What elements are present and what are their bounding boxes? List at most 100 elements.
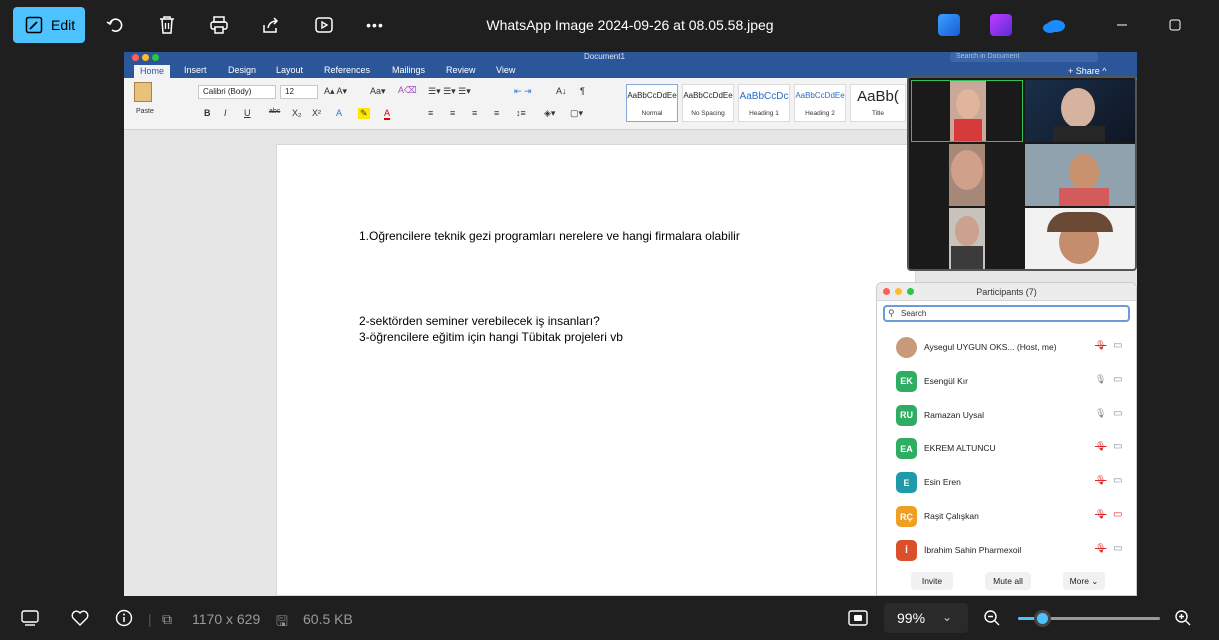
tab-layout[interactable]: Layout (276, 65, 303, 75)
paste-icon[interactable] (134, 82, 152, 102)
document-page[interactable]: 1.Oğrencilere teknik gezi programları ne… (276, 144, 916, 596)
edit-button[interactable]: Edit (13, 7, 85, 43)
indent-icon[interactable]: ⇤ ⇥ (514, 86, 532, 97)
tab-insert[interactable]: Insert (184, 65, 207, 75)
shading-icon[interactable]: ◈▾ (544, 108, 555, 119)
tab-mailings[interactable]: Mailings (392, 65, 425, 75)
participant-row[interactable]: İ İbrahim Sahin Pharmexoil 🎙 ▭ (877, 534, 1136, 566)
change-case-icon[interactable]: Aa▾ (370, 86, 386, 97)
tab-references[interactable]: References (324, 65, 370, 75)
app-clipchamp-icon[interactable] (990, 14, 1012, 36)
sort-icon[interactable]: A↓ (556, 86, 567, 96)
tab-view[interactable]: View (496, 65, 515, 75)
line-spacing-icon[interactable]: ↕≡ (516, 108, 526, 118)
video-tile-host[interactable] (911, 80, 1023, 142)
zoom-select[interactable]: 99% ⌄ (884, 603, 968, 633)
tab-review[interactable]: Review (446, 65, 476, 75)
video-tile-5[interactable] (911, 208, 1023, 269)
font-name-select[interactable]: Calibri (Body) (198, 85, 276, 99)
document-search[interactable]: Search in Document (950, 52, 1098, 62)
borders-icon[interactable]: ▢▾ (570, 108, 583, 119)
camera-icon[interactable]: ▭ (1113, 374, 1122, 385)
maximize-icon[interactable] (1164, 14, 1186, 36)
filmstrip-icon[interactable] (20, 608, 40, 628)
mic-muted-icon[interactable]: 🎙 (1095, 475, 1106, 486)
video-tile-3[interactable] (911, 144, 1023, 206)
mic-muted-icon[interactable]: 🎙 (1095, 340, 1106, 351)
style-no-spacing[interactable]: AaBbCcDdEe No Spacing (682, 84, 734, 122)
zoom-slider[interactable] (1018, 610, 1160, 627)
bold-icon[interactable]: B (204, 108, 211, 118)
close-dot-icon[interactable] (132, 54, 139, 61)
participants-search-input[interactable]: ⚲ Search (883, 305, 1130, 322)
camera-icon[interactable]: ▭ (1113, 543, 1122, 554)
more-button[interactable]: More ⌄ (1063, 572, 1105, 590)
superscript-icon[interactable]: X² (312, 108, 321, 118)
style-normal[interactable]: AaBbCcDdEe Normal (626, 84, 678, 122)
mic-icon[interactable]: 🎙 (1095, 374, 1106, 385)
app-editor-icon[interactable] (938, 14, 960, 36)
bullets-icon[interactable]: ☰▾ ☰▾ ☰▾ (428, 86, 471, 97)
mute-all-button[interactable]: Mute all (985, 572, 1031, 590)
justify-icon[interactable]: ≡ (494, 108, 499, 118)
rotate-icon[interactable] (102, 12, 128, 38)
mic-muted-icon[interactable]: 🎙 (1095, 543, 1106, 554)
more-options-icon[interactable]: ••• (362, 12, 388, 38)
grow-font-icon[interactable]: A▴ A▾ (324, 86, 347, 97)
video-tile-2[interactable] (1025, 80, 1135, 142)
onedrive-icon[interactable] (1042, 14, 1065, 36)
tab-home[interactable]: Home (134, 65, 171, 78)
font-color-icon[interactable]: A (384, 108, 391, 120)
favorite-icon[interactable] (70, 608, 90, 628)
camera-icon[interactable]: ▭ (1113, 408, 1122, 419)
image-canvas[interactable]: Document1 Search in Document Home Insert… (124, 52, 1137, 596)
info-icon[interactable] (114, 608, 134, 628)
document-line-2[interactable]: 2-sektörden seminer verebilecek iş insan… (359, 314, 600, 328)
subscript-icon[interactable]: X₂ (292, 108, 302, 118)
clear-format-icon[interactable]: A⌫ (398, 85, 417, 96)
style-heading-2[interactable]: AaBbCcDdEe Heading 2 (794, 84, 846, 122)
zoom-dot-icon[interactable] (152, 54, 159, 61)
print-icon[interactable] (206, 12, 232, 38)
paste-label[interactable]: Paste (136, 108, 154, 115)
participant-row[interactable]: RU Ramazan Uysal 🎙 ▭ (877, 399, 1136, 431)
document-line-1[interactable]: 1.Oğrencilere teknik gezi programları ne… (359, 229, 740, 243)
pilcrow-icon[interactable]: ¶ (580, 86, 585, 96)
participant-row[interactable]: E Esin Eren 🎙 ▭ (877, 466, 1136, 498)
camera-icon[interactable]: ▭ (1113, 475, 1122, 486)
mic-muted-icon[interactable]: 🎙 (1095, 509, 1106, 520)
participant-row[interactable]: EA EKREM ALTUNCU 🎙 ▭ (877, 432, 1136, 464)
camera-icon[interactable]: ▭ (1113, 441, 1122, 452)
share-button[interactable]: + Share ^ (1068, 66, 1107, 76)
invite-button[interactable]: Invite (911, 572, 953, 590)
mic-icon[interactable]: 🎙 (1095, 408, 1106, 419)
align-right-icon[interactable]: ≡ (472, 108, 477, 118)
underline-icon[interactable]: U (244, 108, 251, 118)
minimize-dot-icon[interactable] (142, 54, 149, 61)
slideshow-icon[interactable] (311, 12, 337, 38)
align-left-icon[interactable]: ≡ (428, 108, 433, 118)
tab-design[interactable]: Design (228, 65, 256, 75)
italic-icon[interactable]: I (224, 108, 227, 118)
zoom-out-icon[interactable] (982, 608, 1002, 628)
participant-row[interactable]: EK Esengül Kır 🎙 ▭ (877, 365, 1136, 397)
text-effects-icon[interactable]: A (336, 108, 342, 118)
highlight-icon[interactable]: ✎ (358, 108, 370, 119)
video-tile-4[interactable] (1025, 144, 1135, 206)
participant-row[interactable]: Aysegul UYGUN OKS... (Host, me) 🎙 ▭ (877, 331, 1136, 363)
delete-icon[interactable] (154, 12, 180, 38)
font-size-select[interactable]: 12 (280, 85, 318, 99)
style-title[interactable]: AaBb( Title (850, 84, 906, 122)
video-tile-6[interactable] (1025, 208, 1135, 269)
camera-icon[interactable]: ▭ (1113, 509, 1122, 520)
mic-muted-icon[interactable]: 🎙 (1095, 441, 1106, 452)
participant-row[interactable]: RÇ Raşit Çalışkan 🎙 ▭ (877, 500, 1136, 532)
style-heading-1[interactable]: AaBbCcDc Heading 1 (738, 84, 790, 122)
share-icon[interactable] (258, 12, 284, 38)
minimize-icon[interactable] (1111, 14, 1133, 36)
align-center-icon[interactable]: ≡ (450, 108, 455, 118)
zoom-slider-thumb[interactable] (1034, 610, 1052, 627)
document-line-3[interactable]: 3-öğrencilere eğitim için hangi Tübitak … (359, 330, 623, 344)
fit-to-window-icon[interactable] (848, 608, 868, 628)
camera-icon[interactable]: ▭ (1113, 340, 1122, 351)
